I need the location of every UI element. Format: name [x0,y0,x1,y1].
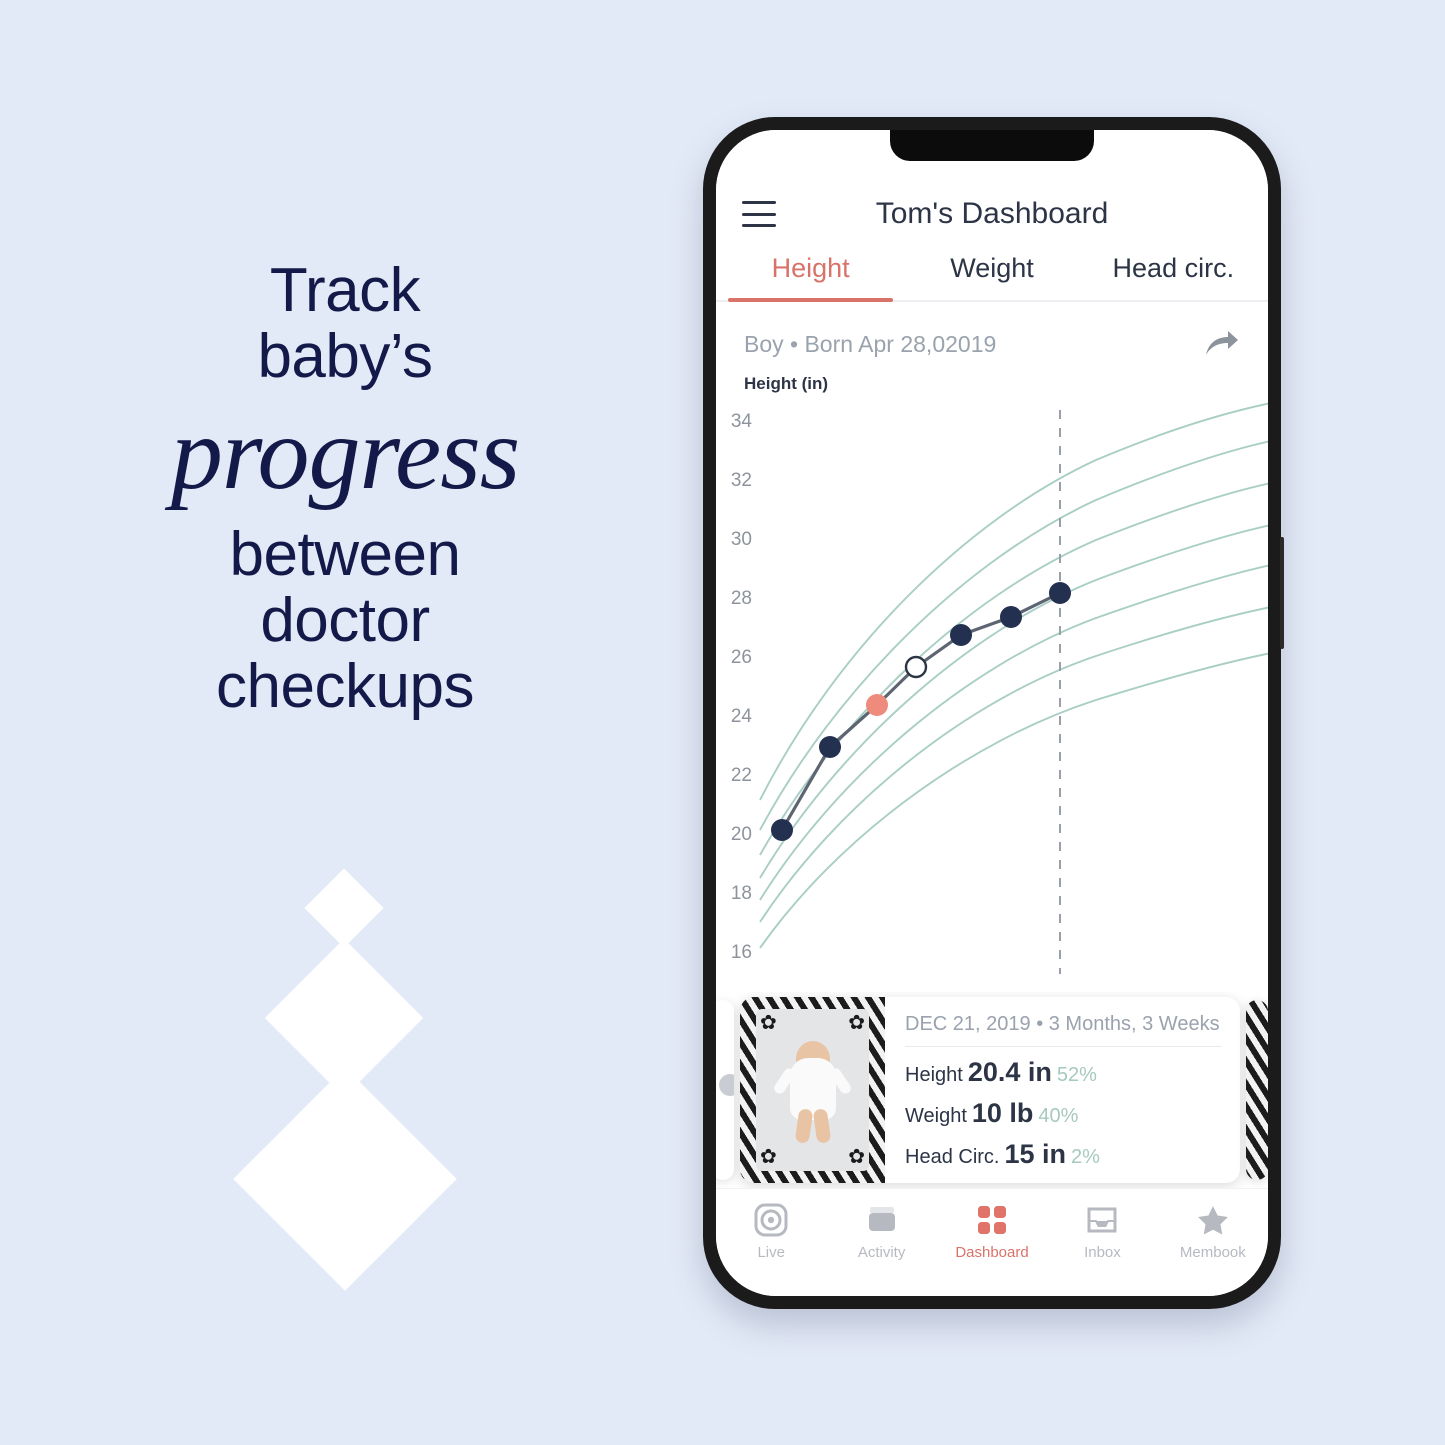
live-target-icon [754,1203,788,1237]
measure-row: Head Circ. 15 in 2% [905,1139,1222,1170]
data-point-7[interactable] [1049,582,1071,604]
svg-text:34: 34 [731,411,753,432]
baby-meta-text: Boy • Born Apr 28,02019 [744,330,997,357]
svg-text:32: 32 [731,470,752,491]
leaf-decoration: ✿ [848,1012,865,1034]
measure-value-weight: 10 lb [971,1098,1034,1128]
promo-headline: Track baby’s progress between doctor che… [0,258,690,719]
measure-value-height: 20.4 in [967,1057,1052,1087]
chart-axis-title: Height (in) [744,374,829,393]
hamburger-icon[interactable] [742,201,776,227]
y-axis-ticks: 34 32 30 28 26 24 22 20 18 16 [731,411,753,963]
promo-emphasis-word: progress [170,396,520,512]
svg-text:26: 26 [731,647,752,668]
promo-line-1: Track [269,256,421,325]
nav-label-membook: Membook [1179,1244,1246,1261]
carousel-next-crib-stripes [1246,1000,1268,1180]
measure-percentile-height: 52% [1056,1064,1097,1086]
measurement-card[interactable]: ✿ ✿ ✿ ✿ DEC 21, 2019 • 3 Months, 3 Weeks [740,997,1240,1183]
svg-text:16: 16 [731,942,752,963]
data-point-5[interactable] [950,624,972,646]
svg-text:20: 20 [731,824,752,845]
data-point-4-selected[interactable] [904,655,928,679]
nav-item-membook[interactable]: Membook [1158,1203,1268,1261]
leaf-decoration: ✿ [848,1146,865,1168]
svg-text:30: 30 [731,529,752,550]
metric-tabs: Height Weight Head circ. [716,243,1268,302]
nav-label-activity: Activity [857,1244,906,1261]
phone-side-button [1280,537,1284,649]
card-details: DEC 21, 2019 • 3 Months, 3 Weeks Height 2… [885,997,1240,1183]
growth-chart[interactable]: 34 32 30 28 26 24 22 20 18 16 [716,400,1268,974]
leaf-decoration: ✿ [760,1012,777,1034]
svg-text:18: 18 [731,883,752,904]
measure-percentile-weight: 40% [1038,1105,1079,1127]
nav-item-dashboard[interactable]: Dashboard [937,1203,1047,1261]
svg-text:24: 24 [731,706,753,727]
promo-line-3: between [229,520,461,590]
data-point-2[interactable] [819,736,841,758]
tab-head-circ[interactable]: Head circ. [1083,243,1264,300]
card-date: DEC 21, 2019 • 3 Months, 3 Weeks [905,1013,1222,1047]
nav-label-inbox: Inbox [1084,1244,1121,1261]
measurement-line [780,591,1061,831]
growth-chart-svg: 34 32 30 28 26 24 22 20 18 16 [731,402,1268,974]
measure-label-height: Height [905,1064,963,1086]
percentile-curves [759,402,1268,949]
promo-panel: Track baby’s progress between doctor che… [0,0,690,1445]
page-title: Tom's Dashboard [875,197,1109,230]
star-icon [1197,1206,1228,1235]
baby-photo: ✿ ✿ ✿ ✿ [740,997,885,1183]
data-point-1[interactable] [771,819,793,841]
nav-item-live[interactable]: Live [716,1203,826,1261]
phone-screen: Tom's Dashboard Height Weight Head circ.… [716,130,1268,1296]
tab-height[interactable]: Height [720,243,901,302]
measure-value-head-circ: 15 in [1004,1139,1067,1169]
measure-label-weight: Weight [905,1105,967,1127]
measurement-card-carousel[interactable]: ✿ ✿ ✿ ✿ DEC 21, 2019 • 3 Months, 3 Weeks [716,992,1268,1188]
nav-label-dashboard: Dashboard [955,1244,1029,1261]
measure-row: Height 20.4 in 52% [905,1057,1222,1088]
phone-mockup: Tom's Dashboard Height Weight Head circ.… [703,117,1284,1309]
carousel-prev-dot [719,1074,734,1096]
svg-text:22: 22 [731,765,752,786]
tab-weight[interactable]: Weight [901,243,1082,300]
nav-label-live: Live [757,1244,785,1261]
inbox-tray-icon [1087,1207,1117,1233]
share-arrow-icon[interactable] [1204,328,1240,360]
leaf-decoration: ✿ [760,1146,777,1168]
promo-line-4: doctor [260,585,430,655]
chart-meta-row: Boy • Born Apr 28,02019 [716,302,1268,360]
measure-row: Weight 10 lb 40% [905,1098,1222,1129]
decorative-diamond-large [233,1067,457,1291]
phone-notch [890,130,1094,161]
promo-line-5: checkups [216,651,474,721]
bottom-navigation: Live Activity Dashboard Inbox Membook [716,1188,1268,1296]
dashboard-grid-icon [978,1206,1007,1234]
svg-text:28: 28 [731,588,752,609]
data-point-6[interactable] [1000,606,1022,628]
measure-percentile-head-circ: 2% [1071,1146,1100,1168]
carousel-next-card[interactable] [1246,1000,1268,1180]
carousel-prev-card[interactable] [716,1000,734,1180]
activity-tray-icon [868,1207,895,1231]
measure-label-head-circ: Head Circ. [905,1146,1000,1168]
nav-item-activity[interactable]: Activity [826,1203,936,1261]
promo-line-2: baby’s [257,321,433,391]
baby-body [789,1057,836,1120]
nav-item-inbox[interactable]: Inbox [1047,1203,1157,1261]
data-point-3-coral[interactable] [866,694,888,716]
decorative-diamond-small [304,868,384,948]
